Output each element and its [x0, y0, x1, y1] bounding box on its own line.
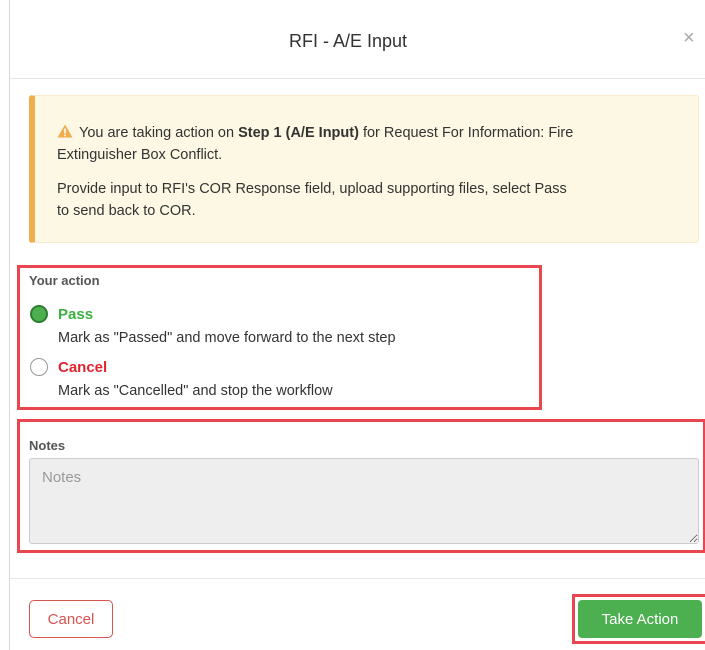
- alert-line-3: Provide input to RFI's COR Response fiel…: [57, 181, 567, 197]
- warning-alert: You are taking action on Step 1 (A/E Inp…: [29, 95, 699, 243]
- cancel-option-title[interactable]: Cancel: [58, 359, 107, 376]
- modal-title: RFI - A/E Input: [288, 31, 408, 51]
- alert-line-2: Extinguisher Box Conflict.: [57, 147, 223, 163]
- your-action-label: Your action: [29, 273, 100, 288]
- footer-divider: [10, 578, 705, 579]
- cancel-option-description: Mark as "Cancelled" and stop the workflo…: [58, 383, 333, 399]
- warning-triangle-icon: [57, 124, 73, 138]
- pass-option-description: Mark as "Passed" and move forward to the…: [58, 330, 396, 346]
- rfi-modal: RFI - A/E Input × You are taking action …: [9, 0, 705, 650]
- cancel-button[interactable]: Cancel: [29, 600, 113, 638]
- pass-option-title[interactable]: Pass: [58, 306, 93, 323]
- alert-text-before: You are taking action on: [79, 125, 239, 141]
- cancel-radio[interactable]: [30, 358, 48, 376]
- close-icon[interactable]: ×: [683, 28, 695, 48]
- alert-text-after: for Request For Information: Fire: [358, 125, 574, 141]
- take-action-button[interactable]: Take Action: [578, 600, 702, 638]
- notes-label: Notes: [29, 438, 66, 453]
- pass-radio[interactable]: [30, 305, 48, 323]
- modal-header: RFI - A/E Input ×: [10, 0, 705, 79]
- notes-field[interactable]: [29, 458, 699, 544]
- alert-line-4: to send back to COR.: [57, 203, 196, 219]
- alert-line-1: You are taking action on Step 1 (A/E Inp…: [57, 122, 573, 144]
- alert-step: Step 1 (A/E Input): [238, 125, 359, 141]
